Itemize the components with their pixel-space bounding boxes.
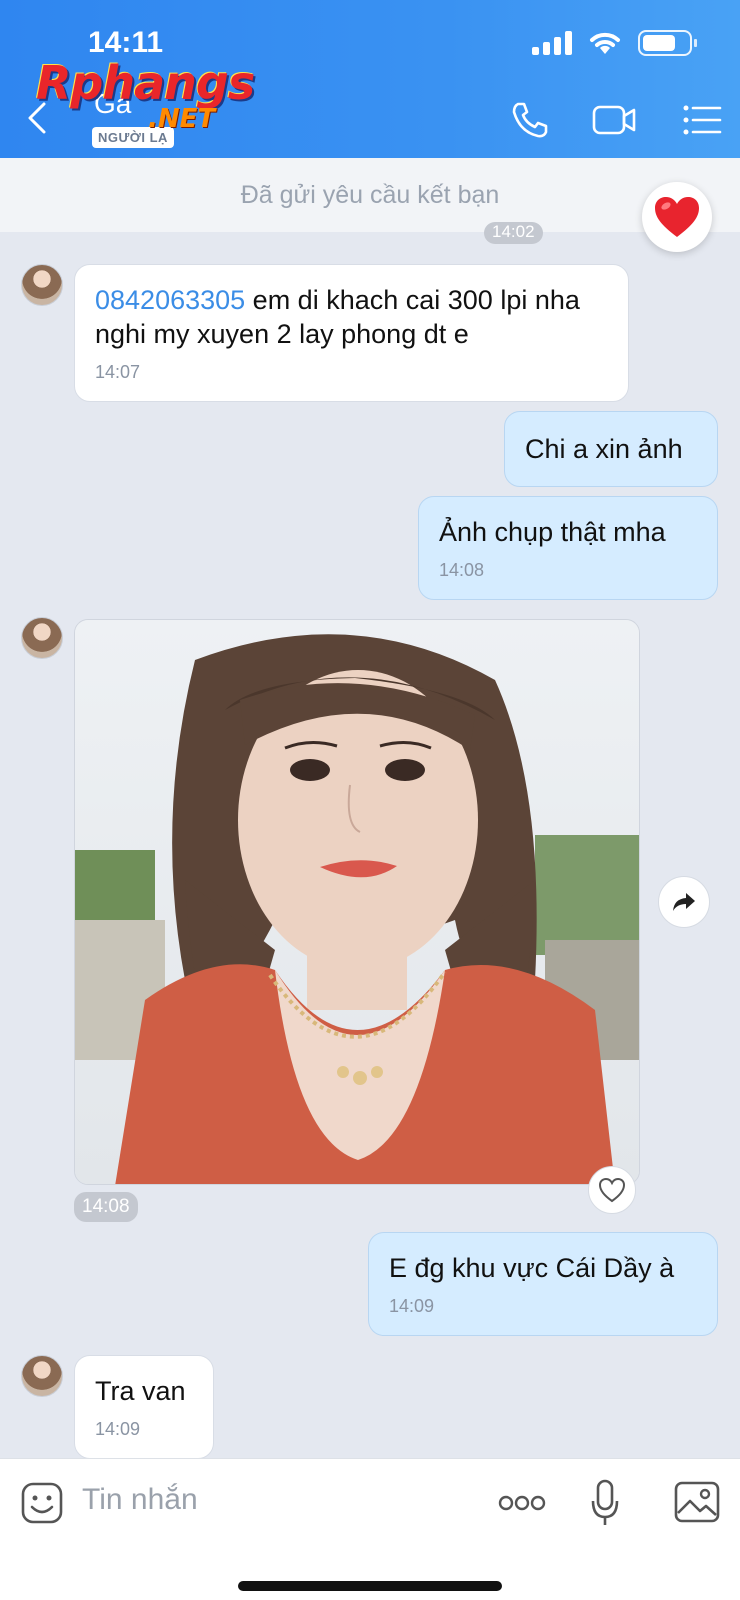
phone-number-link[interactable]: 0842063305 (95, 285, 245, 315)
share-icon (673, 893, 695, 911)
message-text: Ảnh chụp thật mha (439, 517, 666, 547)
message-text: E đg khu vực Cái Dầy à (389, 1253, 675, 1283)
message-text: Tra van (95, 1376, 186, 1406)
message-time: 14:09 (389, 1296, 435, 1316)
message-bubble-outgoing[interactable]: Ảnh chụp thật mha 14:08 (418, 496, 718, 600)
friend-request-banner: Đã gửi yêu cầu kết bạn (0, 158, 740, 232)
phone-icon[interactable] (508, 98, 552, 142)
watermark-suffix: .NET (148, 104, 216, 134)
message-input[interactable]: Tin nhắn (82, 1483, 198, 1517)
video-icon[interactable] (592, 98, 636, 142)
time-pill: 14:02 (484, 222, 543, 244)
message-bubble-outgoing[interactable]: E đg khu vực Cái Dầy à 14:09 (368, 1232, 718, 1336)
heart-reaction-button[interactable] (642, 182, 712, 252)
watermark-logo: Rphangs (36, 56, 255, 110)
message-bubble-incoming[interactable]: 0842063305 em di khach cai 300 lpi nha n… (74, 264, 629, 402)
like-button[interactable] (588, 1166, 636, 1214)
message-time: 14:07 (95, 362, 141, 382)
image-icon[interactable] (674, 1481, 720, 1523)
avatar[interactable] (21, 264, 63, 306)
mic-icon[interactable] (590, 1479, 620, 1527)
status-icons (532, 30, 697, 56)
selfie-photo (75, 620, 639, 1184)
signal-icon (532, 31, 572, 55)
avatar[interactable] (21, 1355, 63, 1397)
chat-header: 14:11 Gà NGƯỜI LẠ Rphangs .NET (0, 0, 740, 158)
message-time: 14:08 (439, 560, 485, 580)
avatar[interactable] (21, 617, 63, 659)
wifi-icon (590, 32, 620, 54)
message-time: 14:09 (95, 1419, 141, 1439)
message-text: Chi a xin ảnh (525, 434, 683, 464)
heart-icon (655, 197, 699, 237)
message-input-bar: Tin nhắn (0, 1458, 740, 1600)
photo-time: 14:08 (74, 1192, 138, 1222)
message-bubble-incoming[interactable]: Tra van 14:09 (74, 1355, 214, 1459)
status-time: 14:11 (88, 26, 164, 59)
photo-message[interactable] (74, 619, 640, 1185)
more-icon[interactable] (498, 1495, 546, 1511)
share-button[interactable] (658, 876, 710, 928)
battery-icon (638, 30, 697, 56)
message-bubble-outgoing[interactable]: Chi a xin ảnh (504, 411, 718, 487)
sticker-icon[interactable] (20, 1481, 64, 1525)
menu-icon[interactable] (680, 98, 724, 142)
like-heart-icon (598, 1177, 626, 1203)
home-indicator (238, 1581, 502, 1591)
